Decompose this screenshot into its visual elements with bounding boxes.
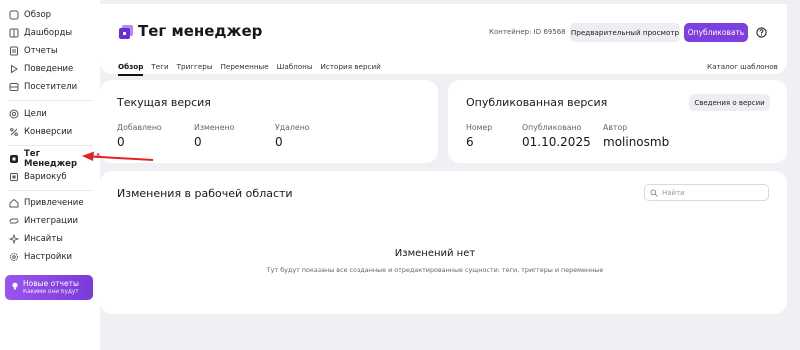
tab-overview[interactable]: Обзор [118, 62, 144, 76]
home-icon [9, 198, 19, 208]
published-version-title: Опубликованная версия [466, 96, 608, 109]
stat-label-changed: Изменено [194, 123, 235, 132]
sidebar-divider [9, 190, 93, 191]
stat-value-deleted: 0 [275, 135, 283, 149]
sidebar-item-label: Поведение [24, 64, 74, 74]
sidebar-item-label: Цели [24, 109, 47, 119]
empty-state-title: Изменений нет [394, 248, 476, 259]
variocube-icon [9, 172, 19, 182]
visitors-icon [9, 82, 19, 92]
sidebar-item-label: Отчеты [24, 46, 58, 56]
integration-icon [9, 216, 19, 226]
search-icon [650, 188, 658, 197]
page-title: Тег менеджер [138, 22, 263, 40]
sidebar-item-label: Настройки [24, 252, 73, 262]
current-version-title: Текущая версия [117, 96, 211, 109]
sidebar-item-overview[interactable]: Обзор [9, 8, 51, 22]
stat-label-deleted: Удалено [275, 123, 310, 132]
tabs: Обзор Теги Триггеры Переменные Шаблоны И… [118, 62, 389, 76]
version-details-button[interactable]: Сведения о версии [689, 94, 770, 111]
templates-catalog-link[interactable]: Каталог шаблонов [707, 62, 778, 71]
sidebar-item-conversions[interactable]: Конверсии [9, 125, 72, 139]
stat-value-changed: 0 [194, 135, 202, 149]
new-reports-promo[interactable]: Новые отчеты Какими они будут [5, 275, 93, 300]
tab-templates[interactable]: Шаблоны [277, 62, 313, 76]
target-icon [9, 109, 19, 119]
header-card: Тег менеджер Контейнер: ID 69568 Предвар… [100, 4, 787, 76]
sidebar-item-settings[interactable]: Настройки [9, 250, 72, 264]
annotation-arrow-icon [82, 151, 154, 161]
published-version-card: Опубликованная версия Сведения о версии … [448, 80, 787, 163]
stat-value-author: molinosmb [603, 135, 670, 149]
stat-value-published: 01.10.2025 [522, 135, 591, 149]
stat-label-published: Опубликовано [522, 123, 582, 132]
sidebar-item-label: Конверсии [24, 127, 73, 137]
sidebar: Обзор Дашборды Отчеты Поведение Посетите… [0, 0, 100, 350]
sidebar-item-label: Вариокуб [24, 172, 67, 182]
stat-value-number: 6 [466, 135, 474, 149]
empty-state-subtitle: Тут будут показаны все созданные и отред… [266, 266, 604, 274]
sidebar-divider [9, 100, 93, 101]
sidebar-item-variocube[interactable]: Вариокуб [9, 170, 67, 184]
sidebar-item-label: Интеграции [24, 216, 79, 226]
workspace-changes-card: Изменения в рабочей области Найти Измене… [100, 171, 787, 314]
stat-label-added: Добавлено [117, 123, 162, 132]
sidebar-item-goals[interactable]: Цели [9, 107, 47, 121]
search-input[interactable]: Найти [644, 184, 769, 201]
sidebar-item-label: Дашборды [24, 28, 73, 38]
sidebar-item-integrations[interactable]: Интеграции [9, 214, 78, 228]
help-button[interactable] [752, 23, 771, 42]
container-id: Контейнер: ID 69568 [489, 28, 566, 36]
main-area: Тег менеджер Контейнер: ID 69568 Предвар… [100, 0, 800, 350]
dashboard-icon [9, 28, 19, 38]
tab-variables[interactable]: Переменные [221, 62, 269, 76]
stat-value-added: 0 [117, 135, 125, 149]
tag-manager-icon [9, 154, 19, 164]
sidebar-divider [9, 145, 93, 146]
insights-icon [9, 234, 19, 244]
grid-icon [9, 10, 19, 20]
sidebar-item-visitors[interactable]: Посетители [9, 80, 77, 94]
tab-version-history[interactable]: История версий [321, 62, 381, 76]
tag-manager-logo-icon [119, 25, 133, 39]
stat-label-number: Номер [466, 123, 493, 132]
report-icon [9, 46, 19, 56]
stat-label-author: Автор [603, 123, 628, 132]
search-placeholder: Найти [662, 188, 685, 197]
promo-title: Новые отчеты [23, 279, 79, 288]
sidebar-item-behavior[interactable]: Поведение [9, 62, 73, 76]
workspace-changes-title: Изменения в рабочей области [117, 187, 293, 200]
tab-tags[interactable]: Теги [151, 62, 168, 76]
sidebar-item-acquisition[interactable]: Привлечение [9, 196, 84, 210]
sidebar-item-label: Посетители [24, 82, 78, 92]
tab-triggers[interactable]: Триггеры [177, 62, 213, 76]
sidebar-item-insights[interactable]: Инсайты [9, 232, 63, 246]
bulb-icon [12, 282, 18, 290]
play-icon [9, 64, 19, 74]
sidebar-item-reports[interactable]: Отчеты [9, 44, 58, 58]
promo-subtitle: Какими они будут [23, 289, 79, 295]
sidebar-item-dashboards[interactable]: Дашборды [9, 26, 72, 40]
publish-button[interactable]: Опубликовать [684, 23, 748, 42]
sidebar-item-label: Инсайты [24, 234, 63, 244]
sidebar-item-label: Обзор [24, 10, 52, 20]
preview-button[interactable]: Предварительный просмотр [570, 23, 680, 42]
gear-icon [9, 252, 19, 262]
help-icon [756, 27, 767, 38]
sidebar-item-label: Привлечение [24, 198, 84, 208]
percent-icon [9, 127, 19, 137]
